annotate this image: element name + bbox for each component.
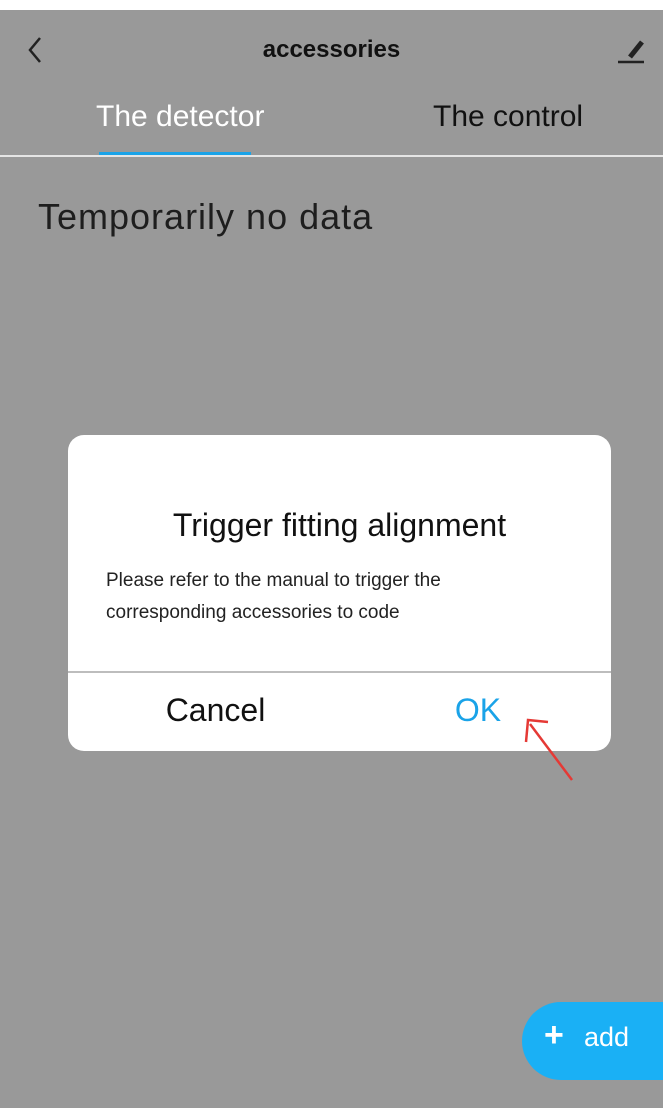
cancel-button[interactable]: Cancel (108, 675, 323, 745)
empty-state-text: Temporarily no data (38, 196, 374, 237)
app-screen: accessories The detector The control Tem… (0, 0, 663, 1108)
dialog-divider (68, 671, 611, 673)
plus-icon: + (544, 1016, 564, 1054)
add-button-label: add (584, 1022, 630, 1052)
top-border (0, 0, 663, 10)
ok-button[interactable]: OK (408, 675, 548, 745)
tab-detector[interactable]: The detector (96, 100, 264, 134)
add-button[interactable]: + add (522, 1002, 663, 1080)
tab-control[interactable]: The control (433, 100, 583, 134)
page-title: accessories (262, 36, 401, 63)
dialog-message-line: Please refer to the manual to trigger th… (106, 570, 441, 591)
tab-bar: The detector The control (0, 90, 663, 156)
back-button[interactable] (22, 30, 52, 70)
tabs-divider (0, 155, 663, 157)
dialog-message: Please refer to the manual to trigger th… (106, 565, 586, 629)
pairing-dialog: Trigger fitting alignment Please refer t… (68, 435, 611, 751)
header-bar: accessories (0, 10, 663, 90)
pencil-icon (618, 40, 644, 64)
dialog-title: Trigger fitting alignment (172, 507, 507, 543)
edit-button[interactable] (614, 32, 650, 72)
chevron-left-icon (28, 37, 41, 63)
dialog-message-line: corresponding accessories to code (106, 602, 400, 623)
